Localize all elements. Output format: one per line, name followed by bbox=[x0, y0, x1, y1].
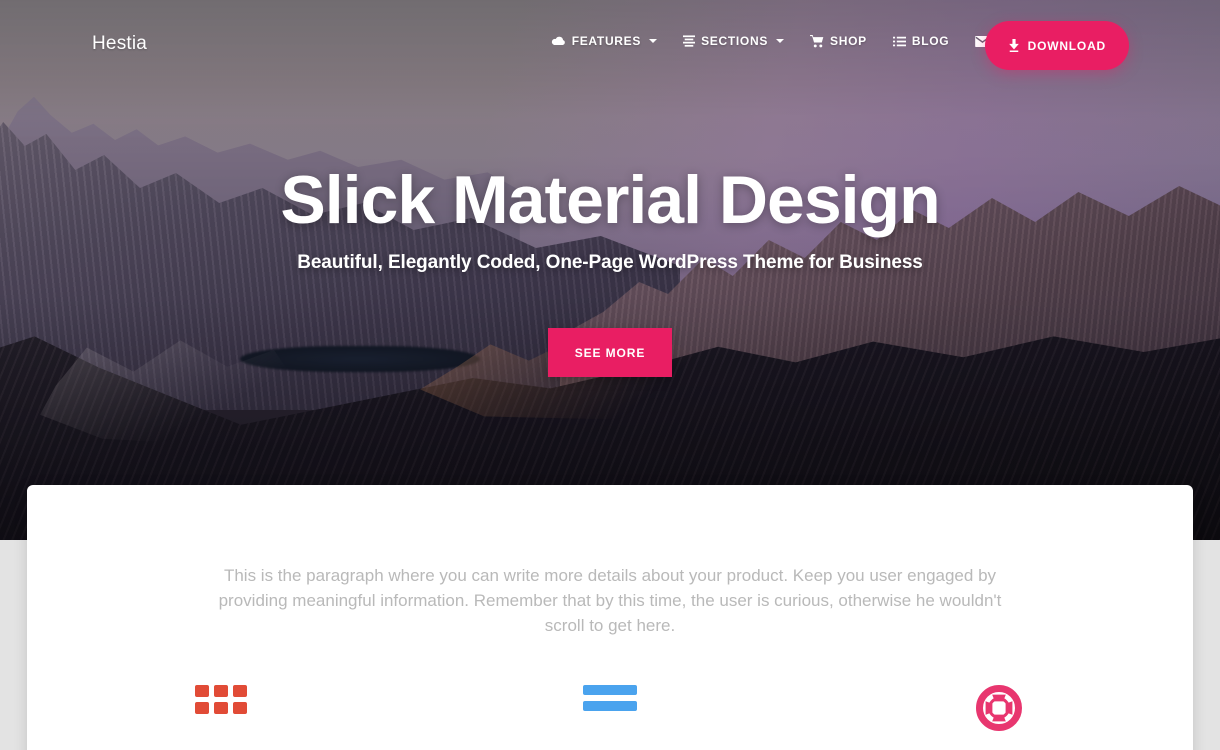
shopping-cart-icon bbox=[810, 34, 824, 48]
download-button[interactable]: DOWNLOAD bbox=[984, 21, 1129, 70]
lifebuoy-icon bbox=[975, 685, 1022, 731]
see-more-button[interactable]: SEE MORE bbox=[548, 328, 672, 377]
nav-item-features[interactable]: FEATURES bbox=[538, 34, 670, 48]
feature-column-1 bbox=[27, 685, 416, 731]
nav-item-features-label: FEATURES bbox=[571, 34, 642, 48]
nav-item-blog[interactable]: BLOG bbox=[880, 34, 962, 48]
nav-item-sections[interactable]: SECTIONS bbox=[670, 34, 797, 48]
feature-icon-row bbox=[27, 685, 1193, 731]
list-align-icon bbox=[683, 35, 696, 47]
download-button-label: DOWNLOAD bbox=[1027, 38, 1106, 53]
hero-title: Slick Material Design bbox=[280, 162, 940, 238]
chevron-down-icon bbox=[649, 39, 658, 43]
chevron-down-icon bbox=[776, 39, 785, 43]
download-icon bbox=[1008, 39, 1020, 52]
nav-item-shop[interactable]: SHOP bbox=[797, 34, 880, 48]
grid-icon bbox=[195, 685, 248, 715]
nav-item-sections-label: SECTIONS bbox=[701, 34, 769, 48]
cloud-icon bbox=[551, 36, 566, 47]
list-ul-icon bbox=[892, 36, 906, 47]
brand-logo[interactable]: Hestia bbox=[92, 33, 147, 55]
hero-subtitle: Beautiful, Elegantly Coded, One-Page Wor… bbox=[297, 252, 923, 273]
bars-icon bbox=[583, 685, 637, 711]
nav-item-blog-label: BLOG bbox=[911, 34, 950, 48]
feature-column-3 bbox=[804, 685, 1193, 731]
content-card: This is the paragraph where you can writ… bbox=[27, 485, 1193, 750]
nav-item-shop-label: SHOP bbox=[830, 34, 867, 48]
navbar: Hestia FEATURES SECTIONS SHOP BLOG DOWNL… bbox=[0, 0, 1220, 90]
card-paragraph: This is the paragraph where you can writ… bbox=[218, 566, 1002, 635]
feature-column-2 bbox=[416, 685, 805, 731]
